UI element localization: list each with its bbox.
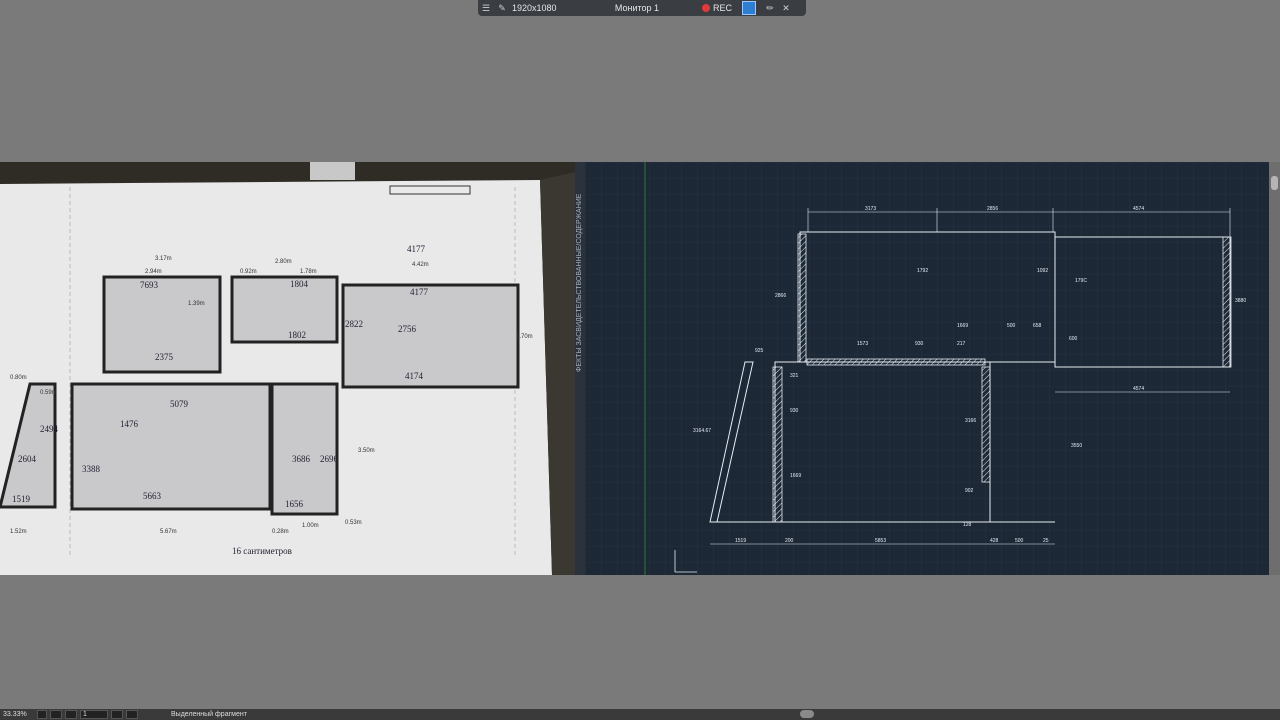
cad-dim: 930 bbox=[790, 408, 799, 414]
photo-note: 7693 bbox=[140, 280, 159, 290]
zoom-dropdown-icon[interactable] bbox=[37, 710, 47, 719]
cad-dim: 3164.67 bbox=[693, 428, 711, 434]
photo-measure: 4.42m bbox=[412, 262, 429, 268]
photo-note: 1656 bbox=[285, 499, 304, 509]
photo-note: 2822 bbox=[345, 319, 363, 329]
cad-dim: 5853 bbox=[875, 538, 886, 544]
resolution-label: 1920x1080 bbox=[512, 3, 557, 13]
cad-dim: 3550 bbox=[1071, 443, 1082, 449]
cad-dim: 2856 bbox=[987, 206, 998, 212]
photo-measure: 3.17m bbox=[155, 256, 172, 262]
cad-dim: 179C bbox=[1075, 278, 1087, 284]
floorplan-photo-drawing: 4177 4177 4174 2822 2756 7693 2375 5079 … bbox=[0, 162, 575, 575]
photo-measure: 2.94m bbox=[145, 269, 162, 275]
region-select-icon[interactable] bbox=[742, 1, 756, 15]
record-label: REC bbox=[713, 3, 733, 13]
menu-icon[interactable]: ☰ bbox=[478, 0, 494, 16]
photo-note: 1476 bbox=[120, 419, 139, 429]
cad-dim: 925 bbox=[755, 348, 764, 354]
horizontal-scroll-thumb[interactable] bbox=[800, 710, 814, 718]
photo-note: 3388 bbox=[82, 464, 101, 474]
vertical-scrollbar[interactable] bbox=[1269, 162, 1280, 575]
photo-measure: 0.53m bbox=[345, 520, 362, 526]
photo-note: 16 сантиметров bbox=[232, 546, 292, 556]
photo-measure: 1.78m bbox=[300, 269, 317, 275]
photo-measure: 1.52m bbox=[10, 529, 27, 535]
pin-icon[interactable]: ✎ bbox=[494, 0, 510, 16]
photo-note: 3686 bbox=[292, 454, 311, 464]
cad-dim: 1519 bbox=[735, 538, 746, 544]
zoom-level[interactable]: 33.33% bbox=[0, 711, 37, 718]
close-icon[interactable]: ✕ bbox=[778, 0, 794, 16]
next-page-icon[interactable] bbox=[111, 710, 123, 719]
cad-dim: 4574 bbox=[1133, 206, 1144, 212]
photo-measure: 0.92m bbox=[240, 269, 257, 275]
photo-note: 5663 bbox=[143, 491, 162, 501]
cad-dim: 600 bbox=[1069, 336, 1078, 342]
cad-dim: 217 bbox=[957, 341, 966, 347]
cad-dim: 321 bbox=[790, 373, 799, 379]
photo-note: 2494 bbox=[40, 424, 59, 434]
photo-note: 5079 bbox=[170, 399, 189, 409]
cad-drawing: 3173 2856 4574 925 1573 930 217 1669 500… bbox=[585, 162, 1269, 575]
cad-dim: 1669 bbox=[790, 473, 801, 479]
cad-dim: 930 bbox=[915, 341, 924, 347]
cad-dim: 500 bbox=[1015, 538, 1024, 544]
cad-dim: 2866 bbox=[775, 293, 786, 299]
splitter-label: ФЕКТЫ ЗАСВИДЕТЕЛЬСТВОВАННЫЕ/СОДЕРЖАНИЕ bbox=[576, 193, 583, 372]
photo-measure: 2.80m bbox=[275, 259, 292, 265]
floorplan-photo: 4177 4177 4174 2822 2756 7693 2375 5079 … bbox=[0, 162, 575, 575]
first-page-icon[interactable] bbox=[50, 710, 62, 719]
photo-note: 4177 bbox=[410, 287, 429, 297]
photo-measure: 1.00m bbox=[302, 523, 319, 529]
cad-dim: 1092 bbox=[1037, 268, 1048, 274]
cad-dim: 3166 bbox=[965, 418, 976, 424]
record-button[interactable]: REC bbox=[702, 3, 738, 13]
cad-dim: 902 bbox=[965, 488, 974, 494]
status-bar: 33.33% 1 Выделенный фрагмент bbox=[0, 709, 1280, 720]
scrollbar-thumb[interactable] bbox=[1271, 176, 1278, 190]
photo-measure: 0.59m bbox=[40, 390, 57, 396]
cad-dim: 1573 bbox=[857, 341, 868, 347]
photo-note: 2375 bbox=[155, 352, 174, 362]
cad-dim: 658 bbox=[1033, 323, 1042, 329]
cad-viewport[interactable]: 3173 2856 4574 925 1573 930 217 1669 500… bbox=[585, 162, 1269, 575]
photo-measure: 1.70m bbox=[516, 334, 533, 340]
monitor-selector[interactable]: Монитор 1 bbox=[572, 3, 702, 13]
cad-dim: 25 bbox=[1043, 538, 1049, 544]
photo-note: 1519 bbox=[12, 494, 31, 504]
cad-dim: 3173 bbox=[865, 206, 876, 212]
cad-dim: 1669 bbox=[957, 323, 968, 329]
photo-note: 1804 bbox=[290, 279, 309, 289]
photo-measure: 3.50m bbox=[358, 448, 375, 454]
cad-dim: 428 bbox=[990, 538, 999, 544]
screen-recorder-toolbar: ☰ ✎ 1920x1080 Монитор 1 REC ✏ ✕ bbox=[478, 0, 806, 16]
cad-dim: 500 bbox=[1007, 323, 1016, 329]
photo-note: 2756 bbox=[398, 324, 417, 334]
cad-dim: 200 bbox=[785, 538, 794, 544]
cad-dim: 4574 bbox=[1133, 386, 1144, 392]
page-number-input[interactable]: 1 bbox=[80, 710, 108, 719]
cad-dim: 1792 bbox=[917, 268, 928, 274]
photo-note: 4174 bbox=[405, 371, 424, 381]
photo-measure: 0.28m bbox=[272, 529, 289, 535]
prev-page-icon[interactable] bbox=[65, 710, 77, 719]
photo-note: 1802 bbox=[288, 330, 306, 340]
last-page-icon[interactable] bbox=[126, 710, 138, 719]
selection-mode[interactable]: Выделенный фрагмент bbox=[171, 711, 271, 718]
panel-splitter[interactable]: ФЕКТЫ ЗАСВИДЕТЕЛЬСТВОВАННЫЕ/СОДЕРЖАНИЕ bbox=[575, 162, 585, 575]
photo-measure: 5.67m bbox=[160, 529, 177, 535]
photo-measure: 0.80m bbox=[10, 375, 27, 381]
cad-dim: 3880 bbox=[1235, 298, 1246, 304]
cad-dim: 128 bbox=[963, 522, 972, 528]
photo-measure: 1.39m bbox=[188, 301, 205, 307]
photo-note: 2696 bbox=[320, 454, 339, 464]
pen-icon[interactable]: ✏ bbox=[762, 0, 778, 16]
photo-note: 4177 bbox=[407, 244, 426, 254]
photo-note: 2604 bbox=[18, 454, 37, 464]
record-dot-icon bbox=[702, 4, 710, 12]
